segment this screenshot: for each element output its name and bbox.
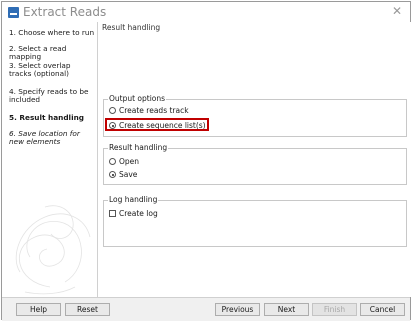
save-option[interactable]: Save (109, 170, 137, 179)
log-handling-title: Log handling (108, 195, 159, 204)
radio-unchecked-icon[interactable] (109, 158, 116, 165)
radio-unchecked-icon[interactable] (109, 107, 116, 114)
radio-checked-icon[interactable] (109, 171, 116, 178)
button-bar: Help Reset Previous Next Finish Cancel (2, 297, 410, 321)
page-title: Result handling (102, 23, 161, 32)
create-reads-track-option[interactable]: Create reads track (109, 106, 189, 115)
previous-button[interactable]: Previous (215, 303, 260, 316)
cancel-button[interactable]: Cancel (360, 303, 405, 316)
create-log-option[interactable]: Create log (109, 209, 158, 218)
open-option[interactable]: Open (109, 157, 139, 166)
save-label: Save (119, 170, 138, 179)
next-button[interactable]: Next (264, 303, 309, 316)
window-title: Extract Reads (23, 5, 107, 19)
highlight-box (105, 118, 209, 131)
step-save-location[interactable]: 6. Save location for new elements (9, 130, 89, 146)
title-bar: Extract Reads ✕ (2, 2, 410, 22)
wizard-steps-sidebar: 1. Choose where to run 2. Select a read … (2, 22, 98, 297)
log-handling-group: Log handling Create log (103, 195, 407, 247)
step-result-handling[interactable]: 5. Result handling (9, 114, 95, 122)
extract-reads-dialog: Extract Reads ✕ 1. Choose where to run 2… (1, 1, 411, 321)
output-options-title: Output options (108, 94, 167, 103)
result-handling-group: Result handling Open Save (103, 143, 407, 185)
open-label: Open (119, 157, 140, 166)
finish-button[interactable]: Finish (312, 303, 357, 316)
close-icon[interactable]: ✕ (392, 4, 402, 18)
create-reads-track-label: Create reads track (119, 106, 189, 115)
result-handling-title: Result handling (108, 143, 169, 152)
wizard-content-panel: Result handling Output options Create re… (98, 22, 411, 297)
step-choose-where-to-run[interactable]: 1. Choose where to run (9, 29, 95, 37)
help-button[interactable]: Help (16, 303, 61, 316)
step-select-read-mapping[interactable]: 2. Select a read mapping (9, 45, 95, 61)
output-options-group: Output options Create reads track Create… (103, 94, 407, 137)
checkbox-icon[interactable] (109, 210, 116, 217)
decorative-swirl-icon (15, 205, 91, 295)
app-icon (8, 7, 19, 18)
reset-button[interactable]: Reset (65, 303, 110, 316)
create-log-label: Create log (119, 209, 158, 218)
step-specify-reads[interactable]: 4. Specify reads to be included (9, 88, 93, 104)
step-select-overlap-tracks[interactable]: 3. Select overlap tracks (optional) (9, 62, 89, 78)
